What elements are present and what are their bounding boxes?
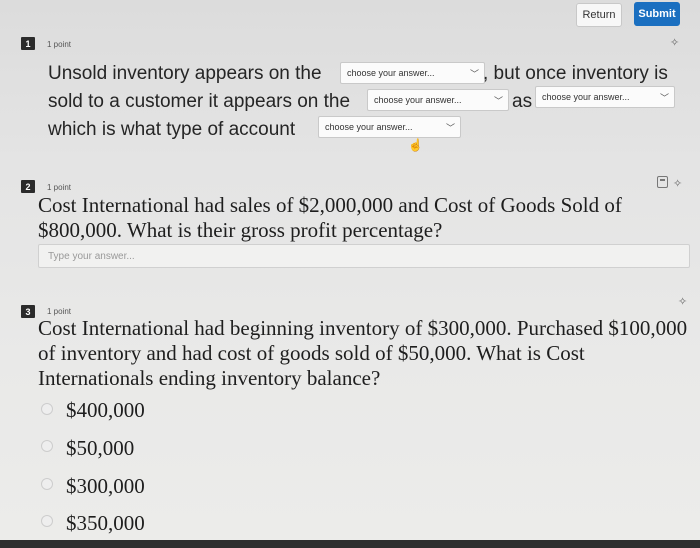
pin-icon[interactable]: ✧ <box>673 177 682 190</box>
answer-dropdown-4[interactable]: choose your answer... ﹀ <box>318 116 461 138</box>
question-text: which is what type of account <box>48 119 296 140</box>
question-number: 2 <box>21 180 35 193</box>
answer-dropdown-2[interactable]: choose your answer... ﹀ <box>367 89 509 111</box>
points-label: 1 point <box>47 40 72 49</box>
pin-icon[interactable]: ✧ <box>678 295 687 308</box>
dropdown-placeholder: choose your answer... <box>374 95 462 105</box>
radio-button[interactable] <box>41 440 53 452</box>
submit-button[interactable]: Submit <box>634 2 680 26</box>
question-number: 3 <box>21 305 35 318</box>
calculator-icon[interactable] <box>657 176 668 188</box>
chevron-down-icon: ﹀ <box>659 93 669 103</box>
question-number: 1 <box>21 37 35 50</box>
option-label: $300,000 <box>66 474 145 498</box>
dropdown-placeholder: choose your answer... <box>325 122 413 132</box>
return-button[interactable]: Return <box>576 3 622 27</box>
option-label: $350,000 <box>66 511 145 535</box>
bottom-edge <box>0 540 700 548</box>
dropdown-placeholder: choose your answer... <box>542 92 630 102</box>
question-text: Cost International had beginning invento… <box>38 316 688 390</box>
points-label: 1 point <box>47 307 72 316</box>
answer-input[interactable]: Type your answer... <box>38 244 690 268</box>
question-text: sold to a customer it appears on the <box>48 91 351 112</box>
chevron-down-icon: ﹀ <box>493 96 503 106</box>
option-label: $50,000 <box>66 436 135 460</box>
answer-dropdown-3[interactable]: choose your answer... ﹀ <box>535 86 675 108</box>
option-label: $400,000 <box>66 398 145 422</box>
top-bar: Return Submit <box>0 0 700 30</box>
points-label: 1 point <box>47 183 72 192</box>
radio-button[interactable] <box>41 515 53 527</box>
chevron-down-icon: ﹀ <box>469 69 479 79</box>
radio-button[interactable] <box>41 403 53 415</box>
answer-dropdown-1[interactable]: choose your answer... ﹀ <box>340 62 485 84</box>
question-text: Unsold inventory appears on the <box>48 63 322 84</box>
question-text: as <box>512 91 533 112</box>
question-text: Cost International had sales of $2,000,0… <box>38 193 622 242</box>
chevron-down-icon: ﹀ <box>445 123 455 133</box>
pin-icon[interactable]: ✧ <box>670 36 679 49</box>
hand-cursor-icon: ☝ <box>408 138 423 152</box>
dropdown-placeholder: choose your answer... <box>347 68 435 78</box>
question-text: , but once inventory is <box>483 63 668 84</box>
radio-button[interactable] <box>41 478 53 490</box>
